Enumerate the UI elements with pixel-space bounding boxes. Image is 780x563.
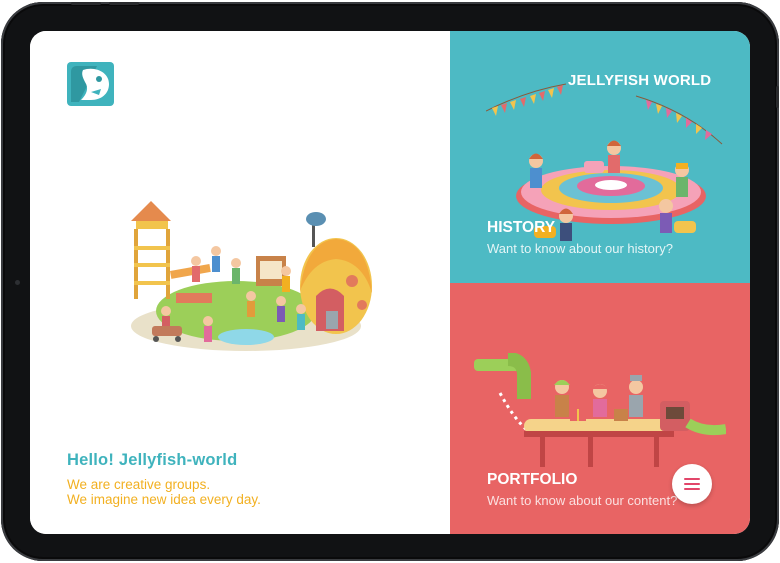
history-illustration: [486, 83, 723, 241]
portfolio-illustration: [474, 353, 726, 467]
intro-panel: Hello! Jellyfish-world We are creative g…: [30, 31, 450, 534]
hamburger-menu-icon: [684, 478, 700, 490]
intro-tagline: We are creative groups.: [67, 477, 211, 492]
portfolio-title: PORTFOLIO: [487, 471, 578, 488]
front-camera: [15, 280, 20, 285]
history-subtitle: Want to know about our history?: [487, 241, 673, 256]
volume-button: [109, 2, 139, 5]
intro-heading: Hello! Jellyfish-world: [67, 451, 238, 469]
jellyfish-logo-icon[interactable]: [67, 62, 114, 106]
brand-name: JELLYFISH WORLD: [568, 72, 712, 89]
power-button: [776, 86, 779, 108]
screen: Hello! Jellyfish-world We are creative g…: [30, 31, 750, 534]
intro-tagline: We imagine new idea every day.: [67, 492, 261, 507]
history-panel[interactable]: JELLYFISH WORLD HISTORY Want to know abo…: [450, 31, 750, 283]
history-title: HISTORY: [487, 219, 556, 236]
menu-button[interactable]: [672, 464, 712, 504]
volume-button: [71, 2, 101, 5]
portfolio-subtitle: Want to know about our content?: [487, 493, 678, 508]
playground-illustration: [131, 201, 372, 351]
